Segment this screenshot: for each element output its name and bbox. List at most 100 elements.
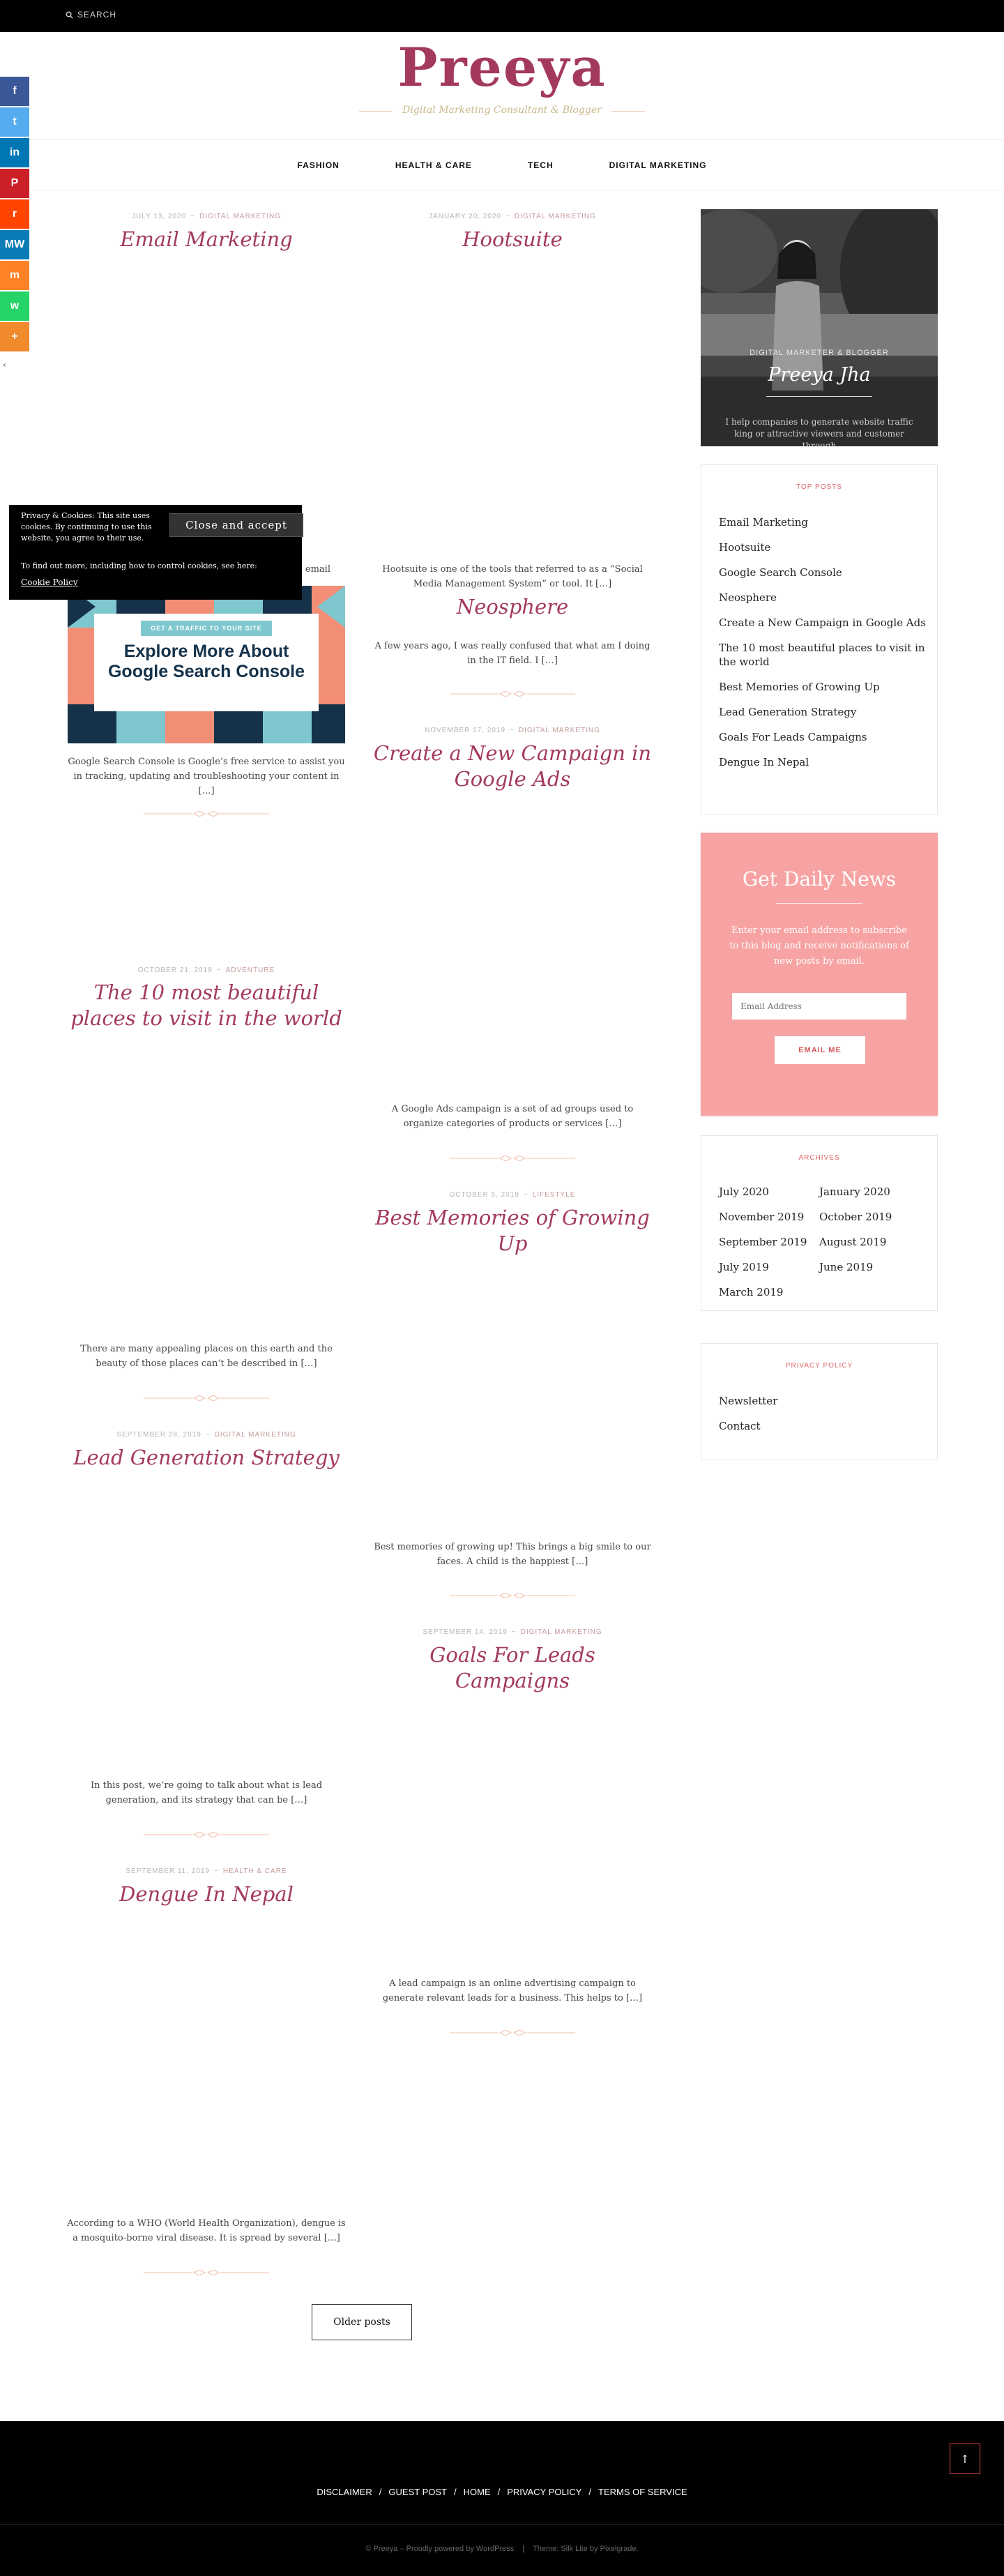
share-whatsapp-button[interactable]: w <box>0 291 29 321</box>
share-reddit-button[interactable]: r <box>0 199 29 229</box>
top-post-link[interactable]: Create a New Campaign in Google Ads <box>719 616 928 630</box>
archives-list-left: July 2020 November 2019 September 2019 July… <box>719 1185 816 1310</box>
mewe-icon: MW <box>4 238 25 250</box>
post-excerpt-goals: A lead campaign is an online advertising… <box>382 1978 643 2003</box>
privacy-link[interactable]: Contact <box>719 1419 928 1433</box>
top-posts-list: Email Marketing Hootsuite Google Search Co… <box>719 515 928 780</box>
post-title-goals[interactable]: Goals For Leads Campaigns <box>373 1642 652 1694</box>
post-date: SEPTEMBER 28, 2019 <box>116 1431 201 1439</box>
pinterest-icon: P <box>10 177 19 189</box>
post-divider <box>144 811 269 817</box>
post-category[interactable]: DIGITAL MARKETING <box>199 213 281 220</box>
newsletter-title: Get Daily News <box>742 867 897 891</box>
profile-card[interactable]: DIGITAL MARKETER & BLOGGER Preeya Jha I … <box>701 209 938 446</box>
post-divider <box>144 2270 269 2275</box>
archive-link[interactable]: March 2019 <box>719 1285 816 1299</box>
nav-item-health-care[interactable]: HEALTH & CARE <box>395 160 472 170</box>
email-me-button[interactable]: EMAIL ME <box>775 1036 865 1064</box>
email-field[interactable] <box>732 993 906 1020</box>
post-date: OCTOBER 5, 2019 <box>449 1191 519 1199</box>
post-excerpt-leadgen: In this post, we’re going to talk about … <box>90 1780 323 1805</box>
credits-right[interactable]: Theme: Silk Lite by Pixelgrade. <box>533 2545 639 2553</box>
top-post-link[interactable]: Dengue In Nepal <box>719 755 928 769</box>
more-icon: + <box>11 331 18 342</box>
post-title-neosphere[interactable]: Neosphere <box>373 594 652 620</box>
post-date: OCTOBER 21, 2019 <box>137 967 213 974</box>
top-post-link[interactable]: Neosphere <box>719 591 928 605</box>
post-category[interactable]: DIGITAL MARKETING <box>519 727 600 734</box>
archive-link[interactable]: January 2020 <box>819 1185 917 1199</box>
post-title-hootsuite[interactable]: Hootsuite <box>373 227 652 252</box>
top-bar <box>0 0 1004 32</box>
privacy-link[interactable]: Newsletter <box>719 1394 928 1408</box>
gsc-image-tag: GET A TRAFFIC TO YOUR SITE <box>141 621 272 636</box>
footer-divider <box>0 2524 1004 2525</box>
back-to-top-button[interactable]: ↑ <box>950 2444 980 2474</box>
post-category[interactable]: LIFESTYLE <box>533 1191 576 1199</box>
top-post-link[interactable]: Email Marketing <box>719 515 928 529</box>
search-icon <box>66 11 73 19</box>
gsc-featured-image[interactable]: GET A TRAFFIC TO YOUR SITE Explore More … <box>68 586 345 743</box>
share-mewe-button[interactable]: MW <box>0 230 29 259</box>
arrow-up-icon: ↑ <box>960 2452 970 2466</box>
share-twitter-button[interactable]: t <box>0 107 29 137</box>
share-pinterest-button[interactable]: P <box>0 169 29 198</box>
older-posts-button[interactable]: Older posts <box>312 2304 412 2340</box>
top-post-link[interactable]: The 10 most beautiful places to visit in… <box>719 641 928 669</box>
footer-link-disclaimer[interactable]: DISCLAIMER <box>317 2487 372 2497</box>
archive-link[interactable]: November 2019 <box>719 1210 816 1224</box>
post-title-places[interactable]: The 10 most beautiful places to visit in… <box>67 980 346 1031</box>
archives-list-right: January 2020 October 2019 August 2019 June … <box>819 1185 917 1285</box>
post-category[interactable]: ADVENTURE <box>226 967 275 974</box>
cookie-policy-link[interactable]: Cookie Policy <box>21 577 78 587</box>
post-category[interactable]: DIGITAL MARKETING <box>521 1628 602 1636</box>
hide-share-icon[interactable]: ‹ <box>3 360 6 370</box>
post-divider <box>144 1395 269 1401</box>
footer-link-home[interactable]: HOME <box>464 2487 491 2497</box>
top-post-link[interactable]: Goals For Leads Campaigns <box>719 730 928 744</box>
archive-link[interactable]: July 2019 <box>719 1260 816 1274</box>
post-category[interactable]: HEALTH & CARE <box>223 1867 287 1875</box>
privacy-list: Newsletter Contact <box>719 1394 928 1444</box>
archive-link[interactable]: October 2019 <box>819 1210 917 1224</box>
credits-left[interactable]: © Preeya – Proudly powered by WordPress <box>365 2545 514 2553</box>
post-title-dengue[interactable]: Dengue In Nepal <box>67 1881 346 1907</box>
footer-separator: / <box>379 2487 382 2497</box>
top-post-link[interactable]: Lead Generation Strategy <box>719 705 928 719</box>
top-post-link[interactable]: Best Memories of Growing Up <box>719 680 928 694</box>
newsletter-divider <box>776 903 862 904</box>
share-mix-button[interactable]: m <box>0 261 29 290</box>
post-category[interactable]: DIGITAL MARKETING <box>215 1431 296 1439</box>
share-linkedin-button[interactable]: in <box>0 138 29 167</box>
share-facebook-button[interactable]: f <box>0 77 29 106</box>
post-date: JULY 13, 2020 <box>131 213 187 220</box>
nav-item-tech[interactable]: TECH <box>528 160 554 170</box>
top-post-link[interactable]: Hootsuite <box>719 540 928 554</box>
footer-link-privacy-policy[interactable]: PRIVACY POLICY <box>507 2487 581 2497</box>
archive-link[interactable]: August 2019 <box>819 1235 917 1249</box>
footer-separator: / <box>588 2487 592 2497</box>
share-more-button[interactable]: + <box>0 322 29 351</box>
twitter-icon: t <box>13 116 17 128</box>
post-category[interactable]: DIGITAL MARKETING <box>515 213 596 220</box>
top-post-link[interactable]: Google Search Console <box>719 566 928 579</box>
nav-item-fashion[interactable]: FASHION <box>297 160 339 170</box>
post-title-email-marketing[interactable]: Email Marketing <box>67 227 346 252</box>
site-title[interactable]: Preeya <box>0 36 1004 98</box>
archive-link[interactable]: September 2019 <box>719 1235 816 1249</box>
post-excerpt-memories: Best memories of growing up! This brings… <box>374 1542 651 1567</box>
footer-link-guest-post[interactable]: GUEST POST <box>388 2487 447 2497</box>
post-meta-places: OCTOBER 21, 2019 ~ ADVENTURE <box>137 967 275 974</box>
nav-item-digital-marketing[interactable]: DIGITAL MARKETING <box>609 160 707 170</box>
post-title-memories[interactable]: Best Memories of Growing Up <box>373 1205 652 1257</box>
close-accept-button[interactable]: Close and accept <box>169 513 303 537</box>
post-title-leadgen[interactable]: Lead Generation Strategy <box>67 1445 346 1471</box>
search-toggle[interactable]: SEARCH <box>66 10 116 20</box>
footer-separator: / <box>497 2487 501 2497</box>
post-title-campaign[interactable]: Create a New Campaign in Google Ads <box>373 741 652 792</box>
footer-link-terms[interactable]: TERMS OF SERVICE <box>598 2487 687 2497</box>
archive-link[interactable]: July 2020 <box>719 1185 816 1199</box>
post-excerpt-neosphere: A few years ago, I was really confused t… <box>374 641 651 666</box>
archive-link[interactable]: June 2019 <box>819 1260 917 1274</box>
post-divider <box>450 2030 575 2036</box>
